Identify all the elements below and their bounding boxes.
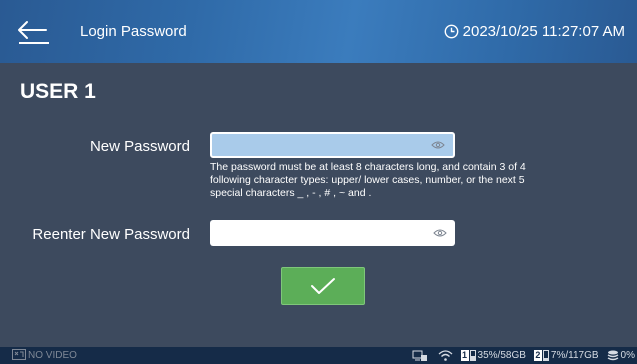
disk-2-status: 2 7%/117GB: [533, 350, 599, 361]
check-icon: [311, 278, 335, 294]
confirm-button[interactable]: [281, 267, 365, 305]
eye-icon[interactable]: [433, 229, 447, 238]
disk-1-badge: 1: [460, 350, 469, 361]
network-icon: [412, 350, 427, 361]
video-status-text: NO VIDEO: [28, 349, 77, 361]
wifi-icon: [438, 350, 452, 361]
video-status: NO VIDEO: [12, 349, 77, 361]
top-bar: Login Password 2023/10/25 11:27:07 AM: [0, 0, 637, 63]
disk-icon: [469, 350, 476, 361]
reenter-password-label: Reenter New Password: [32, 226, 190, 243]
datetime-text: 2023/10/25 11:27:07 AM: [462, 23, 625, 40]
back-arrow-icon: [18, 21, 49, 44]
disk-1-text: 35%/58GB: [477, 350, 526, 361]
password-hint: The password must be at least 8 characte…: [210, 161, 526, 199]
user-heading: USER 1: [20, 80, 96, 103]
new-password-input[interactable]: [210, 132, 455, 158]
disk-1-status: 1 35%/58GB: [460, 350, 526, 361]
page-title: Login Password: [80, 23, 187, 40]
clock: 2023/10/25 11:27:07 AM: [444, 23, 625, 40]
storage-text: 0%: [620, 350, 635, 361]
new-password-label: New Password: [89, 138, 190, 155]
clock-icon: [444, 24, 459, 39]
disk-icon: [542, 350, 549, 361]
status-bar: NO VIDEO 1 35%/58GB 2 7%/117GB 0%: [0, 347, 637, 364]
database-icon: [607, 350, 618, 360]
disk-2-badge: 2: [533, 350, 542, 361]
storage-status: 0%: [607, 350, 635, 362]
eye-icon[interactable]: [431, 141, 445, 150]
reenter-password-input[interactable]: [210, 220, 455, 246]
no-video-icon: [12, 349, 26, 360]
disk-2-text: 7%/117GB: [550, 350, 599, 361]
back-button[interactable]: [16, 15, 52, 47]
